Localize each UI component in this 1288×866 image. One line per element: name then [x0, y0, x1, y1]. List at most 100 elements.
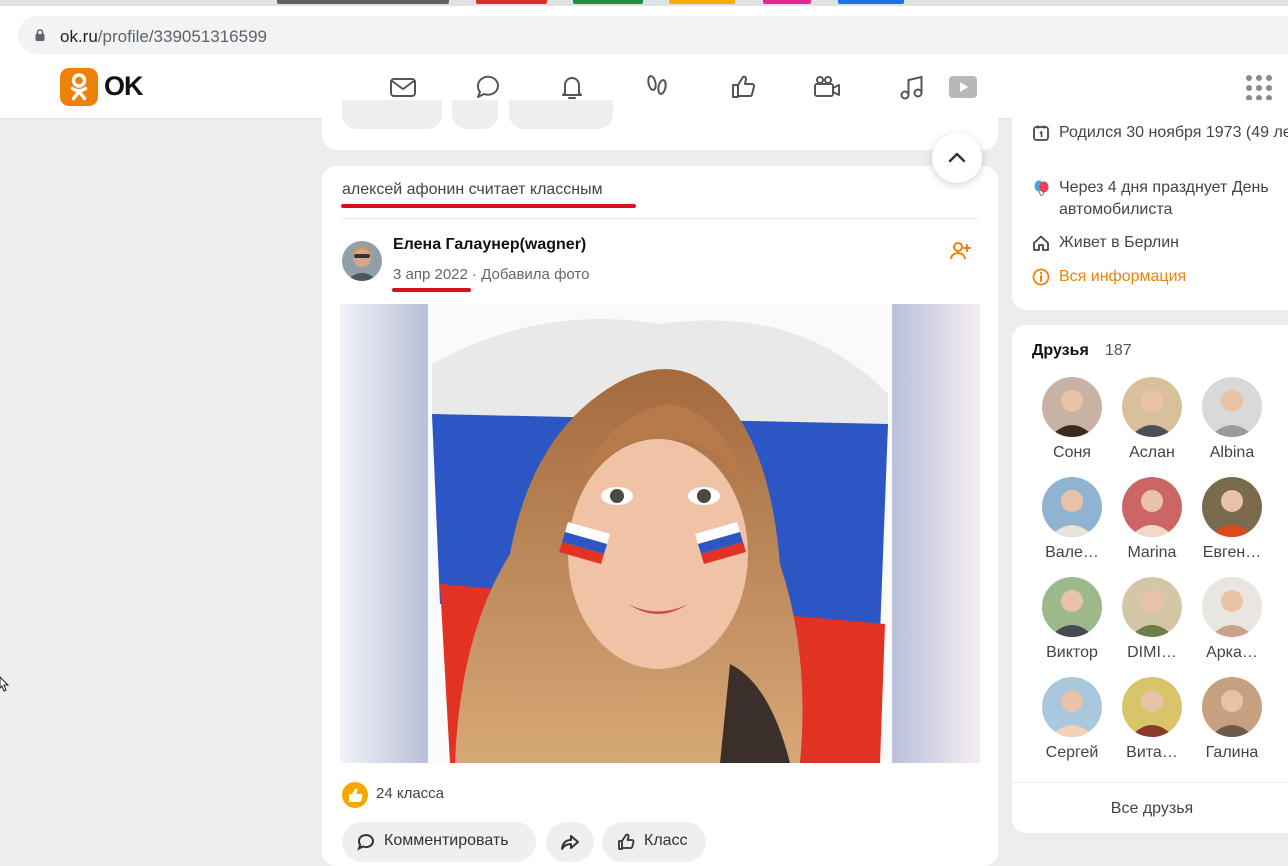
friend-name[interactable]: DIMI…	[1112, 644, 1192, 662]
friend-avatar[interactable]	[1042, 677, 1102, 737]
browser-tab[interactable]	[838, 0, 904, 4]
friend-name[interactable]: Вале…	[1032, 544, 1112, 562]
holiday-text: Через 4 дня празднует День автомобилиста	[1059, 179, 1269, 218]
share-icon	[561, 835, 579, 850]
video-camera-icon[interactable]	[811, 71, 843, 103]
balloons-icon	[1034, 180, 1049, 197]
calendar-icon	[1033, 125, 1049, 141]
friend-name[interactable]: Евген…	[1192, 544, 1272, 562]
friend-avatar[interactable]	[1202, 477, 1262, 537]
friend-item[interactable]: Соня	[1032, 377, 1112, 477]
friend-name[interactable]: Виктор	[1032, 644, 1112, 662]
friend-name[interactable]: Соня	[1032, 444, 1112, 462]
like-hand-icon[interactable]	[727, 71, 759, 103]
friend-item[interactable]: Виктор	[1032, 577, 1112, 677]
scroll-to-top-button[interactable]	[932, 133, 982, 183]
url-path: /profile/339051316599	[97, 27, 267, 46]
address-bar[interactable]: ok.ru/profile/339051316599	[18, 16, 1288, 54]
friend-item[interactable]: Евген…	[1192, 477, 1272, 577]
logo-text[interactable]: OK	[104, 71, 143, 102]
friend-avatar[interactable]	[1122, 477, 1182, 537]
friend-item[interactable]: Вале…	[1032, 477, 1112, 577]
divider	[342, 218, 978, 219]
friend-item[interactable]: Галина	[1192, 677, 1272, 777]
previous-post-button[interactable]	[509, 100, 613, 129]
chevron-up-icon	[948, 152, 966, 163]
friend-avatar[interactable]	[1202, 577, 1262, 637]
friend-avatar[interactable]	[1042, 577, 1102, 637]
friend-avatar[interactable]	[1122, 577, 1182, 637]
browser-tab[interactable]	[669, 0, 735, 4]
music-note-icon[interactable]	[896, 71, 928, 103]
all-friends-link[interactable]: Все друзья	[1012, 800, 1288, 818]
browser-tab[interactable]	[476, 0, 547, 4]
red-underline-annotation	[341, 204, 636, 208]
friend-name[interactable]: Галина	[1192, 744, 1272, 762]
friend-avatar[interactable]	[1202, 377, 1262, 437]
thumb-up-icon	[618, 833, 635, 850]
previous-post-button[interactable]	[342, 100, 442, 129]
friend-item[interactable]: Вита…	[1112, 677, 1192, 777]
friend-item[interactable]: Сергей	[1032, 677, 1112, 777]
post-meta: 3 апр 2022 · Добавила фото	[393, 266, 589, 283]
mouse-cursor-icon	[0, 676, 10, 692]
likes-count[interactable]: 24 класса	[376, 785, 444, 802]
guests-footprint-icon[interactable]	[641, 71, 673, 103]
friend-name[interactable]: Аслан	[1112, 444, 1192, 462]
post-action: Добавила фото	[481, 266, 590, 283]
friend-name[interactable]: Сергей	[1032, 744, 1112, 762]
birth-text: Родился 30 ноября 1973 (49 лет)	[1059, 124, 1288, 141]
author-avatar[interactable]	[342, 241, 382, 281]
friend-name[interactable]: Albina	[1192, 444, 1272, 462]
friend-item[interactable]: Аслан	[1112, 377, 1192, 477]
red-underline-annotation	[392, 288, 471, 292]
info-icon	[1032, 268, 1050, 286]
post-author-name[interactable]: Елена Галаунер(wagner)	[393, 236, 586, 254]
friend-item[interactable]: Marina	[1112, 477, 1192, 577]
mail-icon[interactable]	[387, 71, 419, 103]
friend-avatar[interactable]	[1122, 377, 1182, 437]
friends-card: Друзья 187 Соня Аслан Albina Вале… Marina Евг…	[1012, 325, 1288, 833]
comment-button[interactable]: Комментировать	[342, 822, 536, 862]
previous-post-card	[322, 100, 998, 150]
residence-text: Живет в Берлин	[1059, 234, 1179, 251]
post-photo[interactable]	[340, 304, 980, 763]
feed-post-card: алексей афонин считает классным Елена Га…	[322, 166, 998, 866]
lock-icon[interactable]	[34, 29, 46, 41]
browser-tab[interactable]	[763, 0, 811, 4]
friend-name[interactable]: Арка…	[1192, 644, 1272, 662]
friend-item[interactable]: DIMI…	[1112, 577, 1192, 677]
friend-avatar[interactable]	[1042, 477, 1102, 537]
liked-by-text[interactable]: алексей афонин считает классным	[342, 181, 603, 199]
friends-title[interactable]: Друзья	[1032, 342, 1089, 360]
class-button[interactable]: Класс	[602, 822, 706, 862]
url-host: ok.ru	[60, 27, 98, 46]
divider	[1012, 782, 1288, 783]
url-text[interactable]: ok.ru/profile/339051316599	[60, 27, 267, 47]
friend-name[interactable]: Вита…	[1112, 744, 1192, 762]
share-button[interactable]	[546, 822, 594, 862]
previous-post-button[interactable]	[452, 100, 498, 129]
friend-avatar[interactable]	[1202, 677, 1262, 737]
bell-icon[interactable]	[556, 71, 588, 103]
comment-label: Комментировать	[384, 832, 509, 849]
comment-icon	[357, 834, 374, 851]
browser-tab[interactable]	[573, 0, 643, 4]
apps-grid-icon[interactable]	[1246, 75, 1272, 101]
profile-info-card: Родился 30 ноября 1973 (49 лет) Через 4 …	[1012, 100, 1288, 310]
browser-tab[interactable]	[277, 0, 449, 4]
post-date[interactable]: 3 апр 2022	[393, 266, 468, 283]
ok-logo-icon[interactable]	[60, 68, 98, 106]
browser-toolbar: ok.ru/profile/339051316599	[0, 6, 1288, 59]
friend-avatar[interactable]	[1122, 677, 1182, 737]
friend-name[interactable]: Marina	[1112, 544, 1192, 562]
chat-icon[interactable]	[472, 71, 504, 103]
class-label: Класс	[644, 832, 688, 849]
friend-item[interactable]: Арка…	[1192, 577, 1272, 677]
friend-avatar[interactable]	[1042, 377, 1102, 437]
add-friend-icon[interactable]	[948, 239, 972, 263]
class-like-icon	[342, 782, 368, 808]
friends-count: 187	[1105, 342, 1132, 359]
friend-item[interactable]: Albina	[1192, 377, 1272, 477]
video-play-icon[interactable]	[946, 71, 978, 103]
